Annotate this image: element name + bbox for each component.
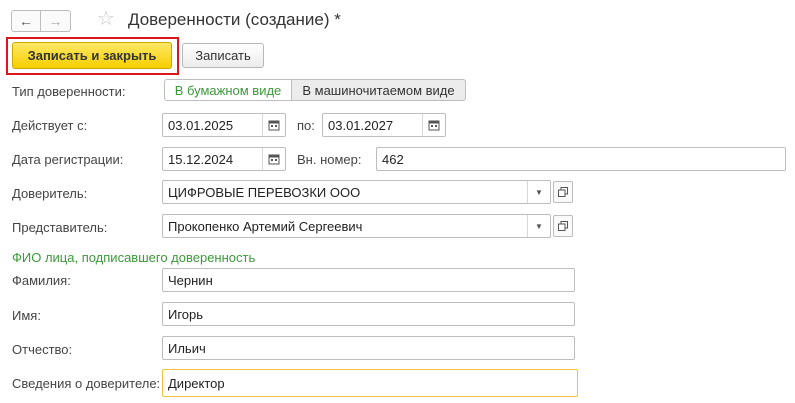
page-title: Доверенности (создание) *: [128, 10, 341, 29]
last-name-field[interactable]: Чернин: [162, 268, 575, 292]
last-name-label: Фамилия:: [12, 273, 71, 288]
principal-label: Доверитель:: [12, 186, 88, 201]
valid-to-value: 03.01.2027: [328, 117, 394, 133]
valid-to-field[interactable]: 03.01.2027: [322, 113, 446, 137]
valid-from-label: Действует с:: [12, 118, 88, 133]
forward-button[interactable]: →: [41, 10, 71, 32]
type-label: Тип доверенности:: [12, 84, 126, 99]
signer-section-title: ФИО лица, подписавшего доверенность: [12, 250, 256, 265]
representative-open-button[interactable]: [553, 215, 573, 237]
type-option-machine-readable[interactable]: В машиночитаемом виде: [292, 79, 466, 101]
representative-value: Прокопенко Артемий Сергеевич: [168, 218, 363, 234]
dropdown-arrow-icon[interactable]: ▼: [527, 181, 550, 203]
int-number-field[interactable]: 462: [376, 147, 786, 171]
arrow-left-icon: ←: [19, 13, 33, 29]
int-number-label: Вн. номер:: [297, 152, 362, 167]
first-name-field[interactable]: Игорь: [162, 302, 575, 326]
reg-date-label: Дата регистрации:: [12, 152, 124, 167]
patronymic-field[interactable]: Ильич: [162, 336, 575, 360]
valid-to-label: по:: [297, 118, 315, 133]
principal-value: ЦИФРОВЫЕ ПЕРЕВОЗКИ ООО: [168, 184, 361, 200]
valid-from-field[interactable]: 03.01.2025: [162, 113, 286, 137]
principal-open-button[interactable]: [553, 181, 573, 203]
type-option-paper[interactable]: В бумажном виде: [164, 79, 292, 101]
representative-label: Представитель:: [12, 220, 108, 235]
calendar-icon[interactable]: [422, 114, 445, 136]
dropdown-arrow-icon[interactable]: ▼: [527, 215, 550, 237]
first-name-label: Имя:: [12, 308, 41, 323]
star-icon[interactable]: ☆: [97, 9, 115, 29]
reg-date-field[interactable]: 15.12.2024: [162, 147, 286, 171]
back-button[interactable]: ←: [11, 10, 41, 32]
principal-field[interactable]: ЦИФРОВЫЕ ПЕРЕВОЗКИ ООО ▼: [162, 180, 551, 204]
reg-date-value: 15.12.2024: [168, 151, 234, 167]
principal-info-field[interactable]: Директор: [162, 369, 578, 397]
open-window-icon: [558, 221, 568, 231]
open-window-icon: [558, 187, 568, 197]
patronymic-label: Отчество:: [12, 342, 73, 357]
representative-field[interactable]: Прокопенко Артемий Сергеевич ▼: [162, 214, 551, 238]
calendar-icon[interactable]: [262, 148, 285, 170]
save-and-close-button[interactable]: Записать и закрыть: [12, 42, 172, 69]
valid-from-value: 03.01.2025: [168, 117, 234, 133]
save-button[interactable]: Записать: [182, 43, 264, 68]
principal-info-label: Сведения о доверителе:: [12, 376, 161, 391]
arrow-right-icon: →: [48, 13, 63, 29]
calendar-icon[interactable]: [262, 114, 285, 136]
